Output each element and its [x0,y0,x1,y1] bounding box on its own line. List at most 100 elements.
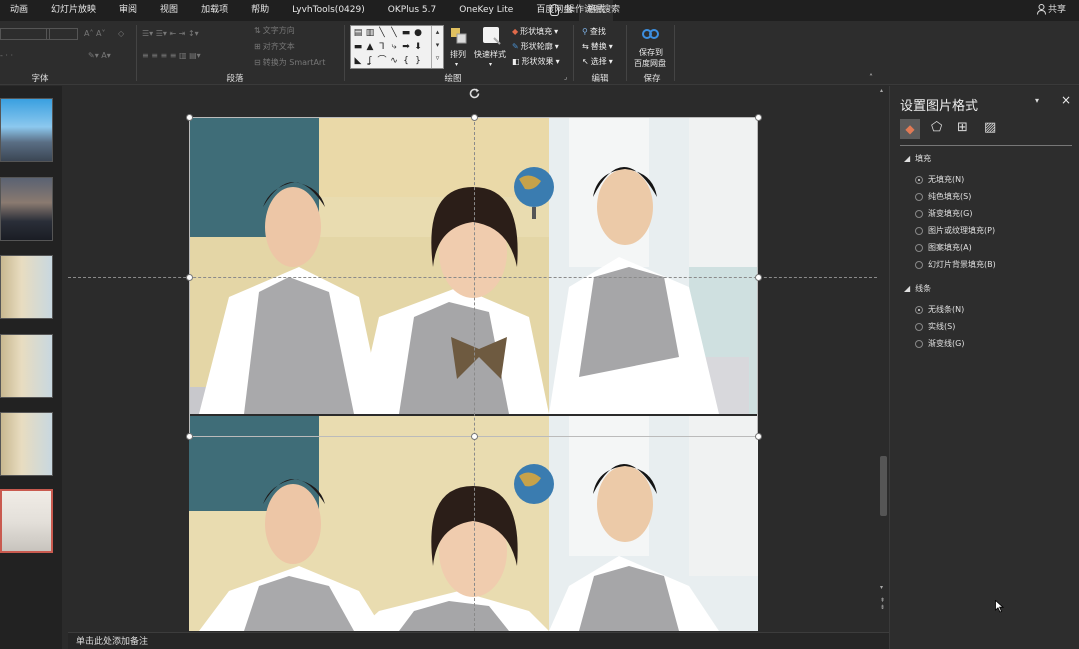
scroll-up-icon[interactable]: ▴ [880,87,883,94]
tab-okplus[interactable]: OKPlus 5.7 [378,0,436,21]
resize-handle[interactable] [755,114,762,121]
highlight-icon[interactable]: ✎▾ A▾ [88,51,111,60]
bullets-icon[interactable]: ☰▾ ☰▾ ⇤ ⇥ ↕▾ [142,29,199,38]
size-properties-icon[interactable]: ⊞ [957,120,968,135]
resize-handle[interactable] [471,433,478,440]
resize-handle[interactable] [471,114,478,121]
textbox-vertical-icon[interactable]: ▥ [365,28,375,38]
pentagon-shape-icon[interactable]: ◣ [353,56,363,66]
radio-icon [915,339,923,348]
slide-thumbnail-selected[interactable] [0,489,53,553]
resize-handle[interactable] [755,433,762,440]
right-arrow-shape-icon[interactable]: ➡ [401,42,411,52]
select-button[interactable]: ↖ 选择 ▾ [582,56,613,67]
dialog-launcher-icon[interactable]: ⌟ [564,73,567,81]
slide-thumbnail[interactable] [0,334,53,398]
panel-options-chevron-icon[interactable]: ▾ [1035,96,1039,105]
tab-lvyhtools[interactable]: LyvhTools(0429) [282,0,365,21]
shape-outline-button[interactable]: ✎ 形状轮廓 ▾ [512,41,559,52]
close-icon[interactable]: × [1061,93,1071,107]
rotate-handle-icon[interactable] [468,87,481,100]
slide-thumbnail[interactable] [0,98,53,162]
arc-shape-icon[interactable]: ⌒ [377,56,387,66]
rounded-rect-icon[interactable]: ▬ [353,42,363,52]
fill-option-picture[interactable]: 图片或纹理填充(P) [915,225,995,236]
effects-icon: ◧ [512,57,520,66]
prev-slide-icon[interactable]: ⇞ ⇟ [880,597,885,611]
tab-onekey[interactable]: OneKey Lite [449,0,513,21]
font-name-box[interactable] [0,28,50,40]
shape-fill-button[interactable]: ◆ 形状填充 ▾ [512,26,558,37]
fill-option-pattern[interactable]: 图案填充(A) [915,242,972,253]
down-arrow-shape-icon[interactable]: ⬇ [413,42,423,52]
font-size-box[interactable] [46,28,78,40]
scrollbar-thumb[interactable] [880,456,887,516]
resize-handle[interactable] [755,274,762,281]
divider [674,25,675,81]
oval-shape-icon[interactable]: ● [413,28,423,38]
tab-help[interactable]: 帮助 [241,0,269,21]
line-section-header[interactable]: ◢ 线条 [904,283,931,294]
fill-option-solid[interactable]: 纯色填充(S) [915,191,971,202]
rectangle-shape-icon[interactable]: ▬ [401,28,411,38]
tab-review[interactable]: 审阅 [109,0,137,21]
line-option-solid[interactable]: 实线(S) [915,321,955,332]
tab-addins[interactable]: 加载项 [191,0,228,21]
notes-pane[interactable]: 单击此处添加备注 [68,632,889,649]
fill-option-gradient[interactable]: 渐变填充(G) [915,208,972,219]
textbox-shape-icon[interactable]: ▤ [353,28,363,38]
line-option-gradient[interactable]: 渐变线(G) [915,338,964,349]
pentagon-effects-icon[interactable]: ⬠ [931,120,942,135]
fill-section-header[interactable]: ◢ 填充 [904,153,931,164]
share-button[interactable]: 共享 [1048,0,1066,21]
divider [344,25,345,81]
brace-left-icon[interactable]: { [401,56,411,66]
smartart-button[interactable]: ⊟ 转换为 SmartArt [254,57,325,68]
slide-thumbnail[interactable] [0,255,53,319]
font-style-row[interactable]: - · · [0,51,13,60]
resize-handle[interactable] [186,433,193,440]
tab-view[interactable]: 视图 [150,0,178,21]
save-to-baidu-line2[interactable]: 百度网盘 [634,58,666,69]
tell-me-search[interactable]: 操作说明搜索 [566,0,620,21]
shapes-gallery[interactable]: ▤ ▥ ╲ ╲ ▬ ● ▬ ▲ ⅂ ⤷ ➡ ⬇ ◣ ʆ ⌒ ∿ { } ▴ ▾ ▿ [350,25,444,69]
slide-thumbnail[interactable] [0,177,53,241]
text-direction-button[interactable]: ⇅ 文字方向 [254,25,295,36]
divider [626,25,627,81]
align-text-button[interactable]: ⊞ 对齐文本 [254,41,295,52]
vertical-scrollbar[interactable]: ▴ ▾ [878,86,889,608]
save-to-baidu-line1[interactable]: 保存到 [639,47,663,58]
scroll-down-icon[interactable]: ▾ [880,584,883,591]
find-button[interactable]: ⚲ 查找 [582,26,606,37]
replace-button[interactable]: ⇆ 替换 ▾ [582,41,613,52]
curved-connector-icon[interactable]: ⤷ [389,42,399,52]
resize-handle[interactable] [186,274,193,281]
brace-right-icon[interactable]: } [413,56,423,66]
fill-line-tab[interactable]: ◆ [900,119,920,139]
curve-shape-icon[interactable]: ∿ [389,56,399,66]
tab-animation[interactable]: 动画 [0,0,28,21]
align-icons[interactable]: ≡ ≡ ≡ ≡ ▥ ▤▾ [142,51,201,60]
fill-option-slide-background[interactable]: 幻灯片背景填充(B) [915,259,996,270]
arrange-button[interactable]: 排列 [450,49,466,60]
collapse-ribbon-icon[interactable]: ˄ [869,73,873,82]
slide-thumbnail[interactable] [0,412,53,476]
triangle-shape-icon[interactable]: ▲ [365,42,375,52]
chevron-down-icon: ▾ [489,61,493,68]
group-label-drawing: 绘图 [444,74,462,84]
tab-slideshow[interactable]: 幻灯片放映 [41,0,96,21]
freeform-icon[interactable]: ʆ [365,56,375,66]
gallery-scroll[interactable]: ▴ ▾ ▿ [431,26,443,68]
align-text-icon: ⊞ [254,42,261,51]
resize-handle[interactable] [186,114,193,121]
quick-styles-button[interactable]: 快速样式 [474,49,506,60]
arrow-line-icon[interactable]: ╲ [389,28,399,38]
elbow-connector-icon[interactable]: ⅂ [377,42,387,52]
picture-icon[interactable]: ▨ [984,120,996,135]
shape-effects-button[interactable]: ◧ 形状效果 ▾ [512,56,560,67]
clear-format-icon[interactable]: ◇ [118,29,124,38]
line-option-none[interactable]: 无线条(N) [915,304,964,315]
fill-option-none[interactable]: 无填充(N) [915,174,964,185]
line-shape-icon[interactable]: ╲ [377,28,387,38]
font-grow-icon[interactable]: A˄ A˅ [84,29,106,38]
